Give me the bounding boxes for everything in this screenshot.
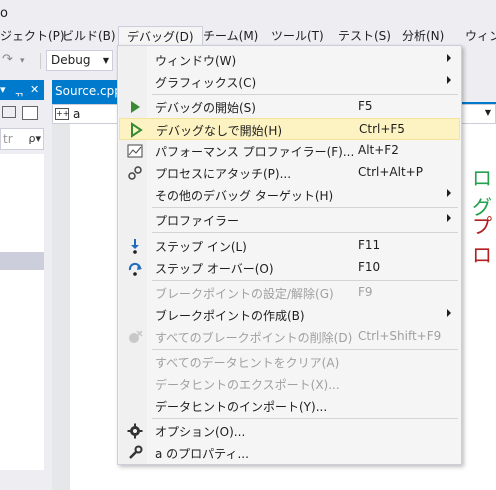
menu-item-clear-all-datatips[interactable]: すべてのデータヒントをクリア(A) — [119, 351, 460, 373]
menu-item-shortcut: F9 — [358, 285, 373, 299]
menu-item-graphics[interactable]: グラフィックス(C) — [119, 71, 460, 93]
menu-item-label: データヒントのエクスポート(X)... — [155, 378, 340, 392]
menu-item-new-breakpoint[interactable]: ブレークポイントの作成(B) — [119, 304, 460, 326]
menu-item-label: ブレークポイントの設定/解除(G) — [155, 287, 334, 301]
menu-item-label: プロファイラー — [155, 214, 240, 228]
navigation-value: a — [73, 107, 81, 121]
menu-item-label: デバッグの開始(S) — [155, 101, 256, 115]
menu-item-delete-all-breakpoints[interactable]: すべてのブレークポイントの削除(D) Ctrl+Shift+F9 — [119, 326, 460, 348]
redo-icon[interactable]: ↷ — [2, 52, 13, 70]
redo-dropdown-icon[interactable]: ▾ — [20, 56, 25, 74]
menu-item-performance-profiler[interactable]: パフォーマンス プロファイラー(F)... Alt+F2 — [119, 140, 460, 162]
menu-separator — [152, 349, 458, 350]
menu-item-label: ステップ オーバー(O) — [155, 262, 274, 276]
menu-item-label: ステップ イン(L) — [155, 240, 247, 254]
menu-window[interactable]: ウィンド — [465, 26, 496, 48]
solution-search-input[interactable]: tr ρ▾ — [0, 128, 44, 150]
attach-process-icon — [128, 166, 142, 180]
panel-header: ▾ ᆩ ✕ — [0, 80, 44, 100]
sync-icon[interactable] — [2, 106, 16, 118]
menu-item-shortcut: Ctrl+Alt+P — [358, 165, 423, 179]
menu-item-label: その他のデバッグ ターゲット(H) — [155, 189, 334, 203]
menu-item-shortcut: Ctrl+F5 — [359, 122, 405, 136]
panel-toolbar — [0, 102, 44, 126]
menu-item-properties[interactable]: a のプロパティ... — [119, 442, 460, 464]
menu-project[interactable]: ジェクト(P) — [0, 26, 65, 48]
menu-item-label: すべてのブレークポイントの削除(D) — [155, 331, 353, 345]
title-bar: o — [0, 0, 496, 26]
play-outline-icon — [131, 122, 143, 138]
submenu-arrow-icon — [447, 54, 451, 62]
tab-source-cpp[interactable]: Source.cpp — [52, 80, 120, 102]
menu-item-shortcut: F11 — [358, 238, 381, 252]
submenu-arrow-icon — [447, 214, 451, 222]
performance-profiler-icon — [127, 144, 143, 158]
menu-item-label: ブレークポイントの作成(B) — [155, 309, 305, 323]
gear-icon — [127, 423, 143, 439]
menu-separator — [152, 418, 458, 419]
project-icon: ++ — [55, 108, 70, 120]
solution-config-combo[interactable]: Debug ▼ — [46, 50, 113, 71]
solution-explorer-panel: ▾ ᆩ ✕ tr ρ▾ — [0, 80, 44, 490]
menu-item-shortcut: Alt+F2 — [358, 143, 399, 157]
menu-item-shortcut: F5 — [358, 99, 373, 113]
submenu-arrow-icon — [447, 76, 451, 84]
properties-icon[interactable] — [22, 106, 38, 120]
menu-build[interactable]: ビルド(B) — [62, 26, 116, 48]
submenu-arrow-icon — [447, 309, 451, 317]
menu-separator — [152, 207, 458, 208]
delete-breakpoints-icon — [129, 330, 143, 343]
toolbar-separator — [40, 53, 41, 69]
menu-item-label: すべてのデータヒントをクリア(A) — [155, 356, 340, 370]
menu-item-windows[interactable]: ウィンドウ(W) — [119, 49, 460, 71]
menu-item-options[interactable]: オプション(O)... — [119, 420, 460, 442]
menu-item-start-without-debugging[interactable]: デバッグなしで開始(H) Ctrl+F5 — [119, 118, 460, 140]
menu-item-other-debug-targets[interactable]: その他のデバッグ ターゲット(H) — [119, 184, 460, 206]
solution-config-value: Debug — [51, 53, 91, 67]
menu-item-label: パフォーマンス プロファイラー(F)... — [155, 145, 355, 159]
menu-separator — [152, 232, 458, 233]
search-placeholder: tr — [3, 132, 13, 146]
tree-selected-row[interactable] — [0, 252, 44, 270]
menu-separator — [152, 280, 458, 281]
menu-item-label: ウィンドウ(W) — [155, 54, 237, 68]
menu-separator — [152, 94, 458, 95]
play-filled-icon — [131, 101, 140, 113]
solution-tree[interactable] — [0, 154, 44, 470]
menu-item-attach-to-process[interactable]: プロセスにアタッチ(P)... Ctrl+Alt+P — [119, 162, 460, 184]
menu-item-step-over[interactable]: ステップ オーバー(O) F10 — [119, 257, 460, 279]
code-text-red: プロ — [472, 214, 492, 267]
menu-item-toggle-breakpoint[interactable]: ブレークポイントの設定/解除(G) F9 — [119, 282, 460, 304]
menu-item-step-into[interactable]: ステップ イン(L) F11 — [119, 235, 460, 257]
debug-menu-dropdown: ウィンドウ(W) グラフィックス(C) デバッグの開始(S) F5 デバッグなし… — [117, 45, 462, 465]
panel-menu-icon[interactable]: ▾ — [0, 83, 6, 96]
menu-item-label: プロセスにアタッチ(P)... — [155, 167, 292, 181]
menu-item-label: a のプロパティ... — [155, 447, 249, 461]
menu-item-profiler[interactable]: プロファイラー — [119, 209, 460, 231]
menu-item-label: グラフィックス(C) — [155, 76, 257, 90]
search-dropdown-icon[interactable]: ρ▾ — [28, 129, 41, 149]
menu-item-import-datatips[interactable]: データヒントのインポート(Y)... — [119, 395, 460, 417]
menu-item-start-debugging[interactable]: デバッグの開始(S) F5 — [119, 96, 460, 118]
menu-item-label: データヒントのインポート(Y)... — [155, 400, 328, 414]
chevron-down-icon: ▼ — [102, 56, 109, 65]
pin-icon[interactable]: ᆩ — [14, 83, 24, 99]
menu-item-label: デバッグなしで開始(H) — [156, 124, 283, 138]
chevron-down-icon: ▼ — [484, 108, 491, 117]
step-into-icon — [131, 239, 139, 254]
submenu-arrow-icon — [447, 189, 451, 197]
indicator-margin — [52, 124, 70, 490]
menu-item-shortcut: Ctrl+Shift+F9 — [358, 329, 442, 343]
close-icon[interactable]: ✕ — [30, 83, 39, 96]
wrench-icon — [129, 445, 143, 459]
window-title: o — [0, 6, 8, 21]
menu-item-export-datatips[interactable]: データヒントのエクスポート(X)... — [119, 373, 460, 395]
step-over-icon — [128, 262, 142, 276]
menu-item-shortcut: F10 — [358, 260, 381, 274]
menu-item-label: オプション(O)... — [155, 425, 246, 439]
